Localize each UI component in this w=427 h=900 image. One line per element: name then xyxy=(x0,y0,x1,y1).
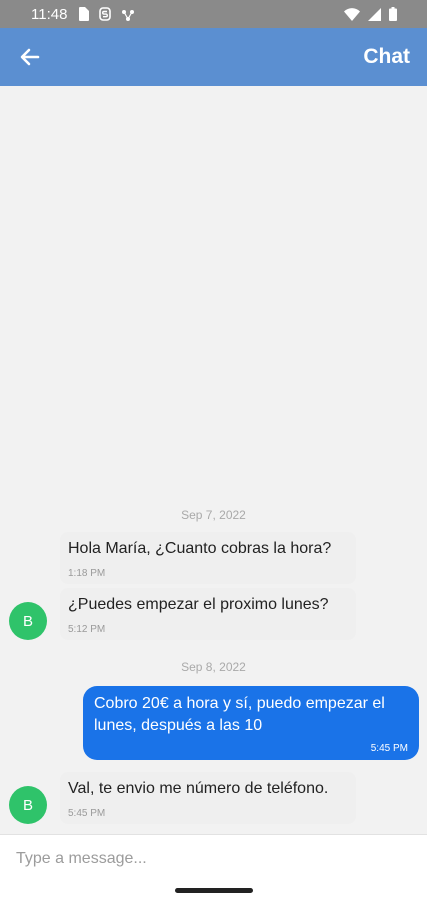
message-text: Hola María, ¿Cuanto cobras la hora? xyxy=(68,540,332,557)
message-text: ¿Puedes empezar el proximo lunes? xyxy=(68,596,329,613)
status-time: 11:48 xyxy=(31,6,68,23)
back-button[interactable] xyxy=(16,43,44,71)
navigation-bar xyxy=(0,882,427,900)
message-time: 5:45 PM xyxy=(370,743,408,754)
message-bubble[interactable]: Val, te envio me número de teléfono. 5:4… xyxy=(60,772,356,824)
message-input[interactable] xyxy=(0,835,427,883)
message-text: Cobro 20€ a hora y sí, puedo empezar el … xyxy=(94,695,385,734)
message-time: 5:12 PM xyxy=(68,624,106,635)
avatar[interactable]: B xyxy=(9,786,47,824)
date-separator: Sep 7, 2022 xyxy=(181,508,246,522)
signal-icon xyxy=(368,7,381,25)
status-bar: 11:48 xyxy=(0,0,427,28)
s-icon xyxy=(99,7,111,25)
avatar[interactable]: B xyxy=(9,602,47,640)
home-indicator[interactable] xyxy=(175,888,253,893)
network-icon xyxy=(121,8,135,25)
date-separator: Sep 8, 2022 xyxy=(181,660,246,674)
message-time: 5:45 PM xyxy=(68,808,106,819)
message-time: 1:18 PM xyxy=(68,568,106,579)
wifi-icon xyxy=(344,7,360,25)
status-icons-left xyxy=(78,7,135,25)
status-icons-right xyxy=(344,7,397,25)
arrow-left-icon xyxy=(20,48,40,66)
message-bubble[interactable]: ¿Puedes empezar el proximo lunes? 5:12 P… xyxy=(60,588,356,640)
page-title: Chat xyxy=(363,45,410,68)
message-text: Val, te envio me número de teléfono. xyxy=(68,780,329,797)
sim-card-icon xyxy=(78,7,89,25)
battery-icon xyxy=(389,7,397,25)
message-bubble[interactable]: Hola María, ¿Cuanto cobras la hora? 1:18… xyxy=(60,532,356,584)
outgoing-message-bubble[interactable]: Cobro 20€ a hora y sí, puedo empezar el … xyxy=(83,686,419,760)
app-bar: Chat xyxy=(0,28,427,86)
chat-area[interactable]: Sep 7, 2022 Hola María, ¿Cuanto cobras l… xyxy=(0,86,427,834)
message-composer xyxy=(0,834,427,883)
